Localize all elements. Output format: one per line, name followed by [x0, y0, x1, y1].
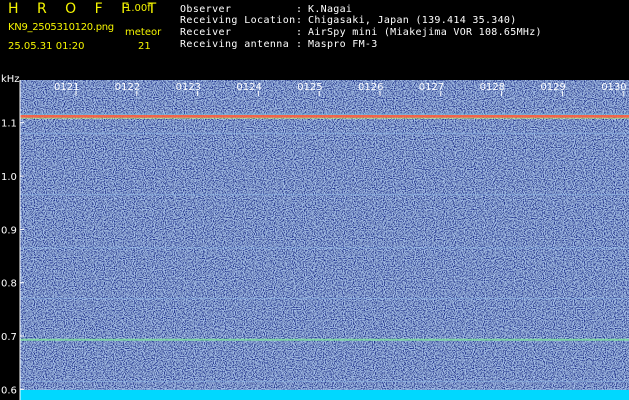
meta-colon: : — [296, 15, 303, 26]
meta-label-observer: Observer — [180, 4, 232, 15]
meta-value-location: Chigasaki, Japan (139.414 35.340) — [308, 15, 517, 26]
meta-label-receiver: Receiver — [180, 27, 232, 38]
filename-label: KN9_2505310120.png — [8, 22, 114, 33]
y-tick-label: 1.0 — [1, 172, 17, 183]
spectrogram-noise — [20, 80, 629, 400]
y-tick-label: 0.6 — [1, 385, 17, 396]
meta-value-observer: K.Nagai — [308, 4, 353, 15]
meta-value-antenna: Maspro FM-3 — [308, 39, 378, 50]
y-tick-label: 0.9 — [1, 225, 17, 236]
meta-colon: : — [296, 4, 303, 15]
meta-colon: : — [296, 39, 303, 50]
header-panel: H R O F F T 1.00f KN9_2505310120.png met… — [0, 0, 629, 74]
meta-colon: : — [296, 27, 303, 38]
version-label: 1.00f — [125, 3, 151, 14]
y-tick-label: 1.1 — [1, 119, 17, 130]
baseline-band — [20, 390, 629, 400]
spectrogram-chart: 0121 0122 0123 0124 0125 0126 0127 0128 0129 0130… — [1, 74, 629, 400]
meteor-count: 21 — [138, 41, 151, 52]
datetime-label: 25.05.31 01:20 — [8, 41, 85, 52]
y-tick-label: 0.7 — [1, 332, 17, 343]
y-axis-label: kHz — [1, 74, 20, 85]
meta-value-receiver: AirSpy mini (Miakejima VOR 108.65MHz) — [308, 27, 542, 38]
meteor-label: meteor — [125, 27, 162, 38]
meta-label-antenna: Receiving antenna — [180, 39, 290, 50]
meta-label-location: Receiving Location — [180, 15, 296, 26]
y-tick-label: 0.8 — [1, 279, 17, 290]
